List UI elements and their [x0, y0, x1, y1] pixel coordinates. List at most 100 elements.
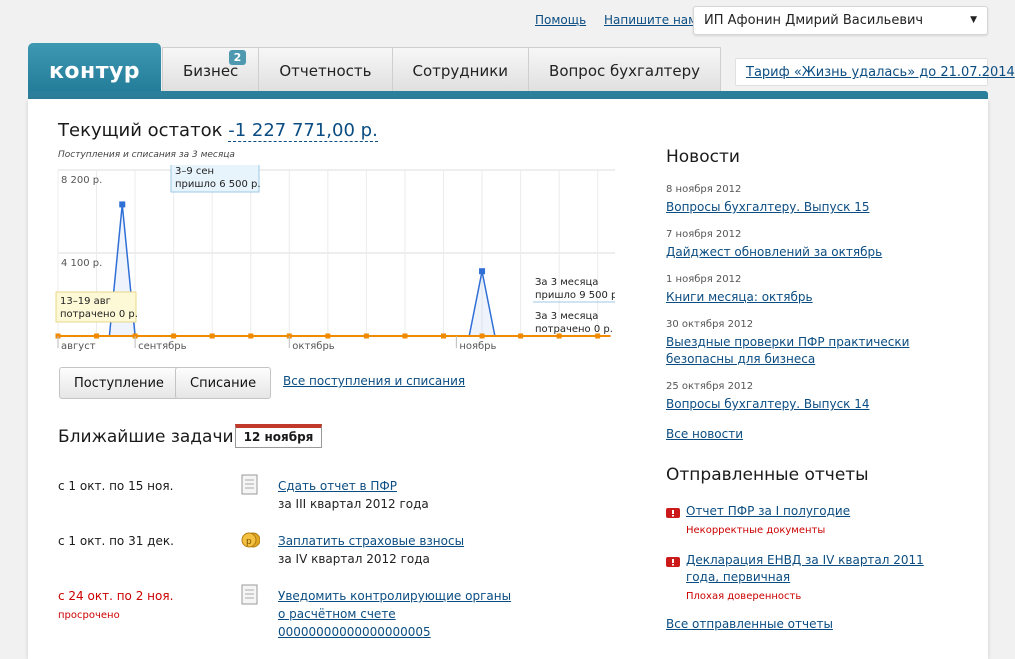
x-axis-labels: август сентябрь октябрь ноябрь	[57, 336, 497, 352]
task-item: Заплатить страховые взносы за IV квартал…	[278, 532, 464, 568]
expense-button[interactable]: Списание	[175, 367, 272, 399]
tab-accountant-question[interactable]: Вопрос бухгалтеру	[528, 47, 722, 94]
x-axis-label: ноябрь	[459, 341, 496, 352]
help-link[interactable]: Помощь	[535, 13, 586, 27]
tab-reporting[interactable]: Отчетность	[258, 47, 393, 94]
income-area	[58, 204, 611, 336]
summary-expense-line2: потрачено 0 р.	[535, 324, 613, 335]
x-axis-label: сентябрь	[138, 341, 187, 352]
news-date: 30 октября 2012	[666, 319, 754, 330]
tooltip-peak-line2: пришло 6 500 р.	[175, 179, 261, 190]
tariff-link[interactable]: Тариф «Жизнь удалась» до 21.07.2014	[746, 65, 1015, 80]
task-sub: за III квартал 2012 года	[278, 497, 429, 511]
news-title: Новости	[666, 147, 740, 167]
balance-label: Текущий остаток	[58, 120, 223, 141]
tab-reporting-label: Отчетность	[279, 62, 372, 80]
notification-badge: 2	[228, 50, 247, 65]
task-item: Сдать отчет в ПФР за III квартал 2012 го…	[278, 477, 429, 513]
expense-point	[248, 333, 254, 339]
user-select[interactable]: ИП Афонин Дмирий Васильевич ▼	[693, 6, 988, 35]
chart-series	[55, 201, 611, 339]
report-link[interactable]: Декларация ЕНВД за IV квартал 2011 года,…	[686, 552, 956, 586]
expense-point	[325, 333, 331, 339]
tooltip-left-line2: потрачено 0 р.	[60, 309, 138, 320]
expense-point	[518, 333, 524, 339]
header-divider	[28, 91, 988, 99]
news-date: 8 ноября 2012	[666, 184, 742, 195]
all-reports-link[interactable]: Все отправленные отчеты	[666, 616, 946, 633]
income-point	[479, 268, 486, 275]
news-date: 25 октября 2012	[666, 381, 754, 392]
expense-point	[402, 333, 408, 339]
top-links: Помощь Напишите нам	[535, 13, 711, 27]
all-news-link[interactable]: Все новости	[666, 426, 946, 443]
write-us-link[interactable]: Напишите нам	[604, 13, 697, 27]
news-link[interactable]: Книги месяца: октябрь	[666, 289, 946, 306]
news-date: 1 ноября 2012	[666, 274, 742, 285]
chart-grid	[57, 169, 615, 336]
summary-expense-line1: За 3 месяца	[535, 311, 598, 322]
coins-icon: р	[241, 532, 260, 548]
document-icon	[241, 584, 258, 605]
user-name: ИП Афонин Дмирий Васильевич	[704, 13, 924, 28]
report-status: Плохая доверенность	[686, 591, 802, 602]
task-item: Уведомить контролирующие органы о расчёт…	[278, 587, 511, 641]
income-expense-chart: 8 200 р. 4 100 р. август сентябрь октябрь н…	[55, 165, 615, 352]
income-point	[119, 201, 126, 208]
tooltip-left: 13–19 авг потрачено 0 р.	[55, 291, 138, 323]
chevron-down-icon: ▼	[970, 15, 977, 25]
overdue-note: просрочено	[58, 610, 120, 621]
tooltip-peak-line1: 3–9 сен	[175, 166, 214, 177]
tasks-title: Ближайшие задачи	[58, 427, 234, 447]
document-icon	[241, 474, 258, 495]
error-icon	[666, 508, 680, 518]
balance-amount[interactable]: -1 227 771,00 р.	[228, 120, 378, 142]
news-date: 7 ноября 2012	[666, 229, 742, 240]
expense-point	[94, 333, 100, 339]
income-button[interactable]: Поступление	[59, 367, 179, 399]
expense-point	[171, 333, 177, 339]
y-tick-4100: 4 100 р.	[61, 258, 102, 269]
expense-point	[363, 333, 369, 339]
task-link[interactable]: Сдать отчет в ПФР	[278, 477, 429, 495]
summary-income-line2: пришло 9 500 р.	[535, 290, 615, 301]
task-period: с 1 окт. по 15 ноя.	[58, 479, 174, 493]
news-link[interactable]: Дайджест обновлений за октябрь	[666, 244, 946, 261]
x-axis-label: октябрь	[292, 341, 335, 352]
task-link[interactable]: 00000000000000000005	[278, 623, 511, 641]
tariff-box: Тариф «Жизнь удалась» до 21.07.2014	[735, 58, 1015, 86]
y-tick-8200: 8 200 р.	[61, 175, 102, 186]
expense-point	[441, 333, 446, 339]
summary-income-line1: За 3 месяца	[535, 277, 598, 288]
tab-business[interactable]: Бизнес 2	[162, 47, 260, 94]
news-link[interactable]: Выездные проверки ПФР практически безопа…	[666, 334, 916, 368]
chart-caption: Поступления и списания за 3 месяца	[58, 150, 235, 160]
all-operations-link[interactable]: Все поступления и списания	[283, 374, 465, 388]
task-period-overdue: с 24 окт. по 2 ноя.	[58, 589, 174, 603]
main-tabs: Бизнес 2 Отчетность Сотрудники Вопрос бу…	[162, 47, 722, 94]
news-link[interactable]: Вопросы бухгалтеру. Выпуск 15	[666, 199, 946, 216]
expense-point	[479, 333, 485, 339]
summary-income: За 3 месяца пришло 9 500 р.	[533, 277, 615, 303]
tooltip-peak: 3–9 сен пришло 6 500 р.	[170, 165, 261, 193]
tooltip-left-line1: 13–19 авг	[60, 296, 111, 307]
task-sub: за IV квартал 2012 года	[278, 552, 430, 566]
expense-point	[209, 333, 215, 339]
balance: Текущий остаток -1 227 771,00 р.	[58, 120, 378, 142]
tab-employees[interactable]: Сотрудники	[391, 47, 530, 94]
report-link[interactable]: Отчет ПФР за I полугодие	[686, 503, 966, 520]
logo-text: контур	[48, 58, 141, 84]
news-link[interactable]: Вопросы бухгалтеру. Выпуск 14	[666, 396, 946, 413]
task-link[interactable]: Уведомить контролирующие органы	[278, 587, 511, 605]
report-status: Некорректные документы	[686, 525, 826, 536]
income-line	[58, 204, 611, 337]
tab-accountant-question-label: Вопрос бухгалтеру	[549, 62, 701, 80]
tab-employees-label: Сотрудники	[412, 62, 509, 80]
summary-expense: За 3 месяца потрачено 0 р.	[535, 311, 613, 335]
svg-text:р: р	[246, 537, 252, 547]
task-link[interactable]: Заплатить страховые взносы	[278, 532, 464, 550]
x-axis-label: август	[61, 341, 96, 352]
calendar-date-badge: 12 ноября	[235, 424, 322, 448]
task-link[interactable]: о расчётном счете	[278, 605, 511, 623]
reports-title: Отправленные отчеты	[666, 465, 869, 485]
